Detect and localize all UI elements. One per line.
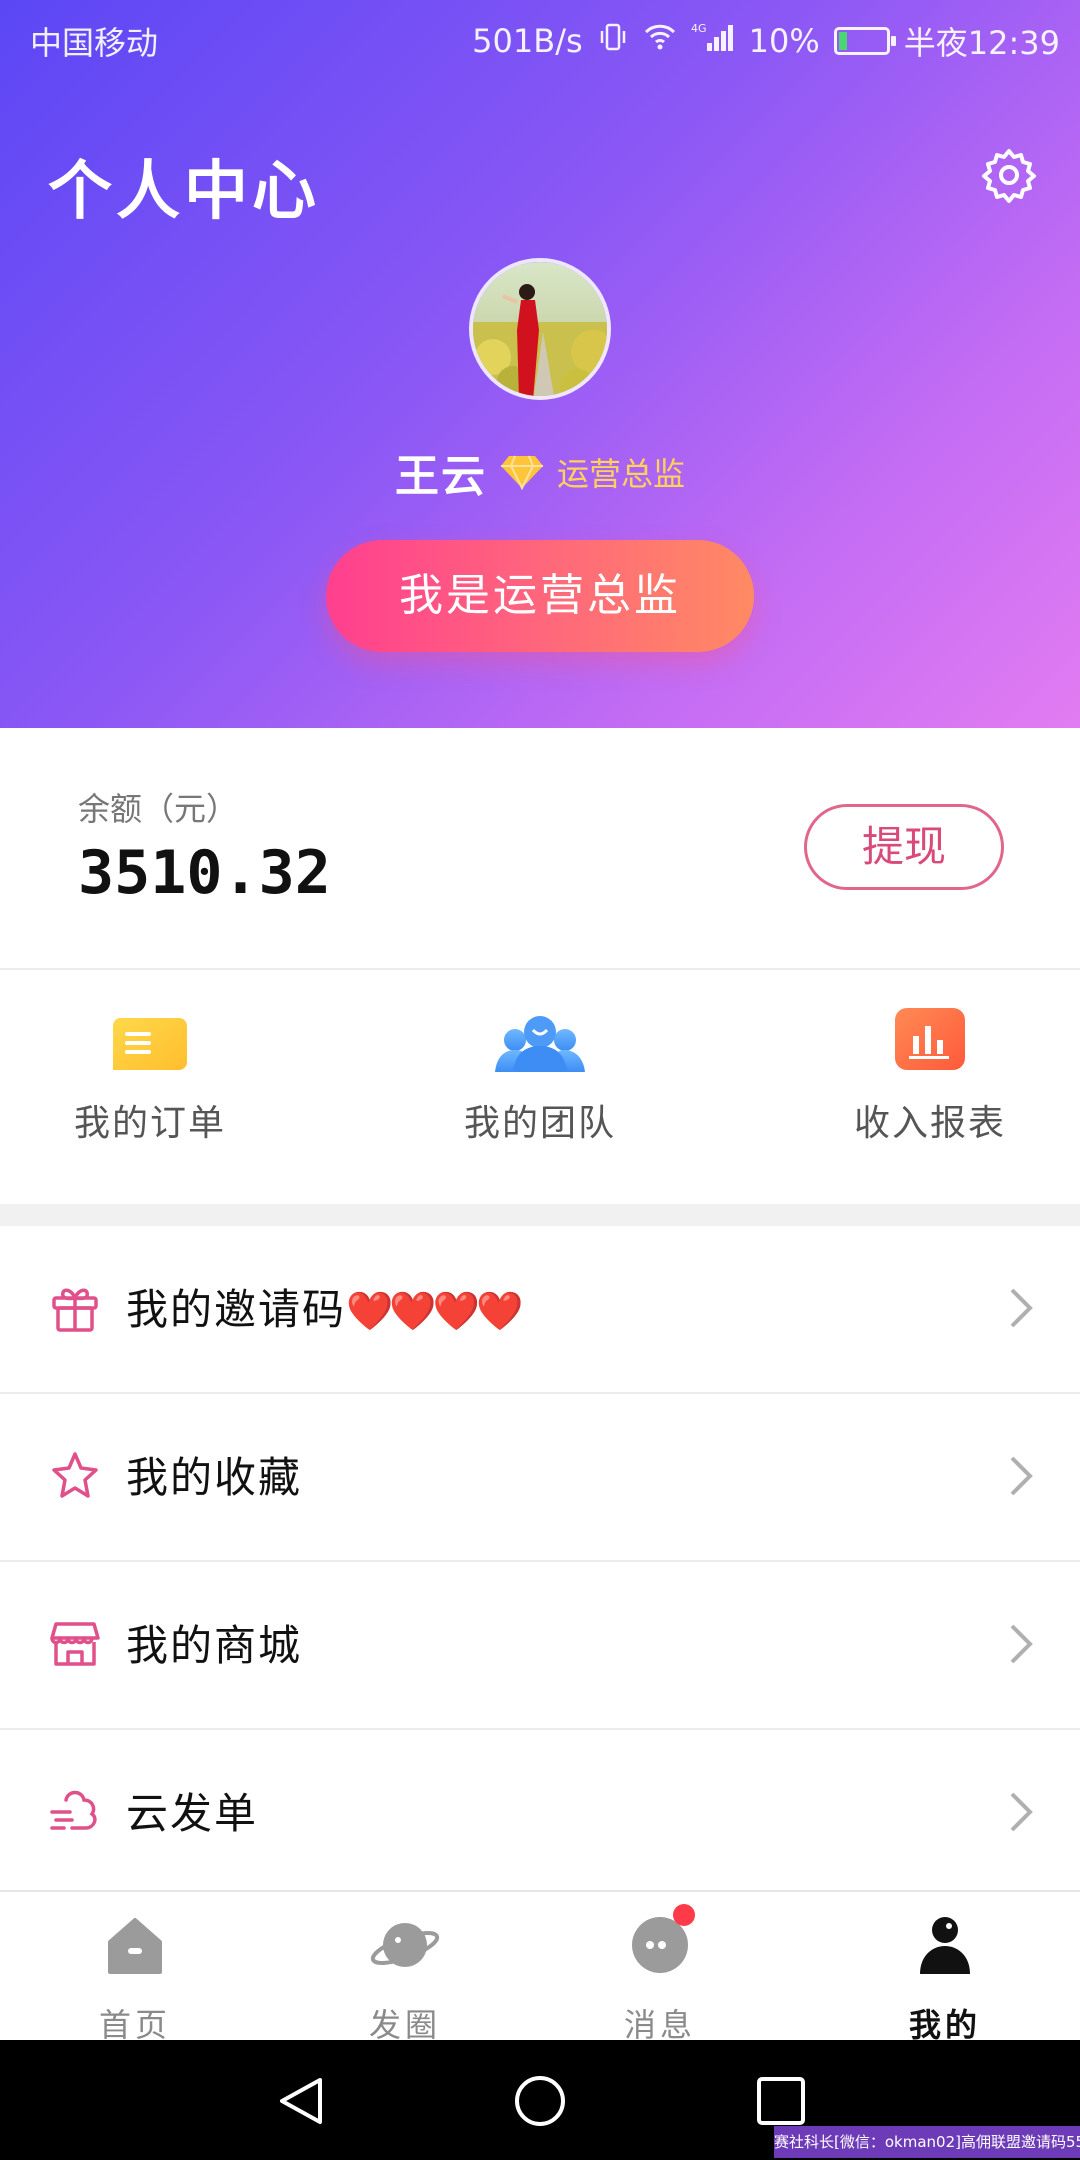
status-right: 501B/s 4G 10% 半夜12:39	[472, 18, 1060, 64]
orders-icon	[105, 1006, 195, 1076]
tab-messages[interactable]: 消息	[560, 1904, 760, 2046]
balance-value: 3510.32	[78, 838, 331, 908]
gear-icon[interactable]	[980, 146, 1038, 204]
tab-mine[interactable]: 我的	[845, 1910, 1045, 2046]
chevron-right-icon	[1008, 1454, 1034, 1498]
chevron-right-icon	[1008, 1790, 1034, 1834]
chevron-right-icon	[1008, 1622, 1034, 1666]
profile-name-row: 王云 运营总监	[0, 440, 1080, 504]
star-icon	[50, 1450, 100, 1502]
home-icon	[100, 1910, 170, 1980]
home-circle-icon[interactable]	[513, 2074, 567, 2128]
role-button[interactable]: 我是运营总监	[326, 540, 754, 652]
balance-label: 余额（元）	[78, 790, 239, 828]
quick-item-orders[interactable]: 我的订单	[0, 1006, 300, 1146]
cloud-send-icon	[50, 1786, 100, 1838]
menu-label-invite-code: 我的邀请码❤️❤️❤️❤️	[126, 1276, 523, 1337]
recents-icon[interactable]	[754, 2074, 808, 2128]
unread-dot	[673, 1904, 695, 1926]
battery-percent: 10%	[748, 22, 820, 60]
header-background: 中国移动 501B/s 4G 10% 半夜12:39 个人中心 王云 运营总监 …	[0, 0, 1080, 728]
chevron-right-icon	[1008, 1286, 1034, 1330]
menu-label-favorites: 我的收藏	[126, 1453, 303, 1502]
menu-label-cloud-send: 云发单	[126, 1789, 259, 1838]
status-bar: 中国移动 501B/s 4G 10% 半夜12:39	[0, 0, 1080, 76]
gift-icon	[50, 1282, 100, 1334]
store-icon	[50, 1618, 100, 1670]
team-icon	[495, 1006, 585, 1076]
invite-code-hearts: ❤️❤️❤️❤️	[346, 1289, 523, 1333]
vibrate-icon	[597, 21, 629, 61]
quick-label-team: 我的团队	[463, 1103, 616, 1144]
quick-label-report: 收入报表	[853, 1103, 1006, 1144]
bottom-tab-bar: 首页 发圈 消息 我的	[0, 1890, 1080, 2044]
menu-item-cloud-send[interactable]: 云发单	[0, 1730, 1080, 1898]
menu-list: 我的邀请码❤️❤️❤️❤️ 我的收藏 我的商城 云发单	[0, 1226, 1080, 1898]
avatar[interactable]	[469, 258, 611, 400]
back-icon[interactable]	[274, 2074, 328, 2128]
profile-page: 中国移动 501B/s 4G 10% 半夜12:39 个人中心 王云 运营总监 …	[0, 0, 1080, 2160]
watermark-banner: 赛社科长[微信：okman02]高佣联盟邀请码555666	[774, 2126, 1080, 2158]
section-divider	[0, 1204, 1080, 1226]
quick-item-report[interactable]: 收入报表	[780, 1006, 1080, 1146]
network-speed: 501B/s	[472, 22, 583, 60]
carrier-label: 中国移动	[30, 24, 159, 62]
tab-home[interactable]: 首页	[35, 1910, 235, 2046]
battery-icon	[833, 27, 896, 55]
report-chart-icon	[885, 1006, 975, 1076]
quick-actions: 我的订单 我的团队 收入报表	[0, 970, 1080, 1202]
tab-moments[interactable]: 发圈	[305, 1910, 505, 2046]
quick-item-team[interactable]: 我的团队	[390, 1006, 690, 1146]
withdraw-button[interactable]: 提现	[804, 804, 1004, 890]
balance-card: 余额（元） 3510.32 提现	[0, 728, 1080, 970]
rank-badge: 运营总监	[556, 455, 685, 493]
quick-label-orders: 我的订单	[73, 1103, 226, 1144]
menu-item-favorites[interactable]: 我的收藏	[0, 1394, 1080, 1562]
menu-label-store: 我的商城	[126, 1621, 303, 1670]
message-icon	[625, 1904, 695, 1980]
diamond-icon	[500, 454, 543, 491]
invite-code-label: 我的邀请码	[126, 1285, 347, 1334]
user-name: 王云	[394, 451, 487, 502]
profile-icon	[910, 1910, 980, 1980]
wifi-icon	[643, 22, 677, 60]
menu-item-invite-code[interactable]: 我的邀请码❤️❤️❤️❤️	[0, 1226, 1080, 1394]
clock: 半夜12:39	[903, 24, 1060, 62]
menu-item-store[interactable]: 我的商城	[0, 1562, 1080, 1730]
network-type: 4G	[691, 22, 707, 35]
page-title: 个人中心	[48, 154, 320, 229]
planet-icon	[370, 1910, 440, 1980]
signal-icon: 4G	[691, 21, 735, 61]
